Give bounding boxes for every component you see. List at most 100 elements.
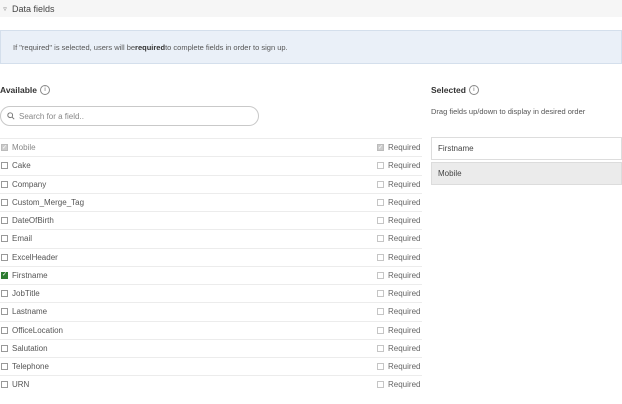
- field-name: Salutation: [12, 343, 48, 353]
- field-name: Custom_Merge_Tag: [12, 197, 85, 207]
- notice-suffix: to complete fields in order to sign up.: [165, 42, 288, 52]
- required-toggle[interactable]: Required: [376, 271, 420, 280]
- data-fields-section-header[interactable]: ▿ Data fields: [0, 0, 622, 17]
- field-name: OfficeLocation: [12, 325, 63, 335]
- list-item: ✓ Mobile ✓ Required: [0, 138, 422, 156]
- list-item: OfficeLocation Required: [0, 320, 422, 339]
- list-item: URN Required: [0, 375, 422, 393]
- required-toggle[interactable]: Required: [376, 344, 420, 353]
- field-checkbox[interactable]: [1, 363, 8, 371]
- required-label: Required: [388, 307, 421, 317]
- field-name: Telephone: [12, 362, 49, 372]
- required-toggle[interactable]: Required: [376, 380, 420, 389]
- required-toggle[interactable]: Required: [376, 216, 420, 225]
- field-name: Mobile: [12, 143, 36, 153]
- chevron-down-icon[interactable]: ▿: [0, 5, 10, 13]
- field-checkbox[interactable]: ✓: [1, 271, 8, 279]
- field-name: ExcelHeader: [12, 252, 58, 262]
- required-label: Required: [388, 362, 421, 372]
- selected-item[interactable]: Mobile: [431, 162, 622, 185]
- field-checkbox[interactable]: [1, 217, 8, 225]
- required-label: Required: [388, 289, 421, 299]
- list-item: ExcelHeader Required: [0, 247, 422, 266]
- required-label: Required: [388, 179, 421, 189]
- required-label: Required: [388, 143, 421, 153]
- field-name: Lastname: [12, 307, 48, 317]
- notice-prefix: If "required" is selected, users will be: [13, 42, 136, 52]
- required-label: Required: [388, 343, 421, 353]
- required-label: Required: [388, 197, 421, 207]
- required-checkbox[interactable]: [377, 180, 384, 188]
- required-toggle[interactable]: Required: [376, 326, 420, 335]
- required-toggle[interactable]: Required: [376, 253, 420, 262]
- required-checkbox[interactable]: [377, 253, 384, 261]
- search-input[interactable]: [19, 111, 239, 121]
- selected-subtitle: Drag fields up/down to display in desire…: [431, 107, 586, 116]
- required-checkbox[interactable]: [377, 344, 384, 352]
- field-checkbox[interactable]: [1, 290, 8, 298]
- required-checkbox[interactable]: ✓: [377, 144, 384, 152]
- required-checkbox[interactable]: [377, 308, 384, 316]
- field-checkbox[interactable]: [1, 198, 8, 206]
- required-toggle[interactable]: Required: [376, 180, 420, 189]
- required-toggle[interactable]: Required: [376, 161, 420, 170]
- list-item: DateOfBirth Required: [0, 211, 422, 229]
- required-checkbox[interactable]: [377, 363, 384, 371]
- field-checkbox[interactable]: [1, 180, 8, 188]
- required-checkbox[interactable]: [377, 235, 384, 243]
- required-label: Required: [388, 234, 421, 244]
- required-checkbox[interactable]: [377, 326, 384, 334]
- required-toggle[interactable]: Required: [376, 362, 420, 371]
- required-toggle[interactable]: Required: [376, 198, 420, 207]
- field-name: DateOfBirth: [12, 216, 54, 226]
- field-name: Company: [12, 179, 47, 189]
- required-toggle[interactable]: ✓ Required: [376, 143, 420, 152]
- selected-heading: Selected i: [431, 85, 479, 95]
- required-label: Required: [388, 252, 421, 262]
- required-label: Required: [388, 380, 421, 390]
- required-toggle[interactable]: Required: [376, 289, 420, 298]
- required-checkbox[interactable]: [377, 271, 384, 279]
- list-item: JobTitle Required: [0, 284, 422, 302]
- list-item: Custom_Merge_Tag Required: [0, 192, 422, 211]
- available-title: Available: [0, 85, 38, 95]
- required-label: Required: [388, 325, 421, 335]
- field-checkbox[interactable]: [1, 162, 8, 170]
- available-field-list: ✓ Mobile ✓ Required Cake Required Company…: [0, 138, 422, 394]
- field-checkbox[interactable]: [1, 308, 8, 316]
- required-toggle[interactable]: Required: [376, 234, 420, 243]
- required-checkbox[interactable]: [377, 162, 384, 170]
- field-checkbox[interactable]: [1, 326, 8, 334]
- field-name: Email: [12, 234, 33, 244]
- required-checkbox[interactable]: [377, 217, 384, 225]
- selected-title: Selected: [431, 85, 466, 95]
- field-checkbox[interactable]: [1, 344, 8, 352]
- required-label: Required: [388, 270, 421, 280]
- field-name: JobTitle: [12, 289, 40, 299]
- required-checkbox[interactable]: [377, 290, 384, 298]
- field-name: URN: [12, 380, 30, 390]
- info-icon[interactable]: i: [468, 85, 479, 95]
- section-title: Data fields: [12, 3, 55, 14]
- field-checkbox[interactable]: ✓: [1, 144, 8, 152]
- required-checkbox[interactable]: [377, 381, 384, 389]
- selected-item[interactable]: Firstname: [431, 137, 622, 160]
- required-label: Required: [388, 161, 421, 171]
- field-name: Cake: [12, 161, 31, 171]
- notice-bold: required: [135, 42, 166, 52]
- field-checkbox[interactable]: [1, 235, 8, 243]
- available-heading: Available i: [0, 85, 51, 95]
- search-icon: [7, 112, 15, 120]
- field-name: Firstname: [12, 270, 48, 280]
- required-checkbox[interactable]: [377, 198, 384, 206]
- field-search[interactable]: [0, 106, 259, 126]
- list-item: Telephone Required: [0, 357, 422, 375]
- field-checkbox[interactable]: [1, 381, 8, 389]
- info-icon[interactable]: i: [40, 85, 51, 95]
- list-item: ✓ Firstname Required: [0, 265, 422, 284]
- required-toggle[interactable]: Required: [376, 307, 420, 316]
- field-checkbox[interactable]: [1, 253, 8, 261]
- list-item: Email Required: [0, 229, 422, 247]
- list-item: Salutation Required: [0, 338, 422, 357]
- required-label: Required: [388, 216, 421, 226]
